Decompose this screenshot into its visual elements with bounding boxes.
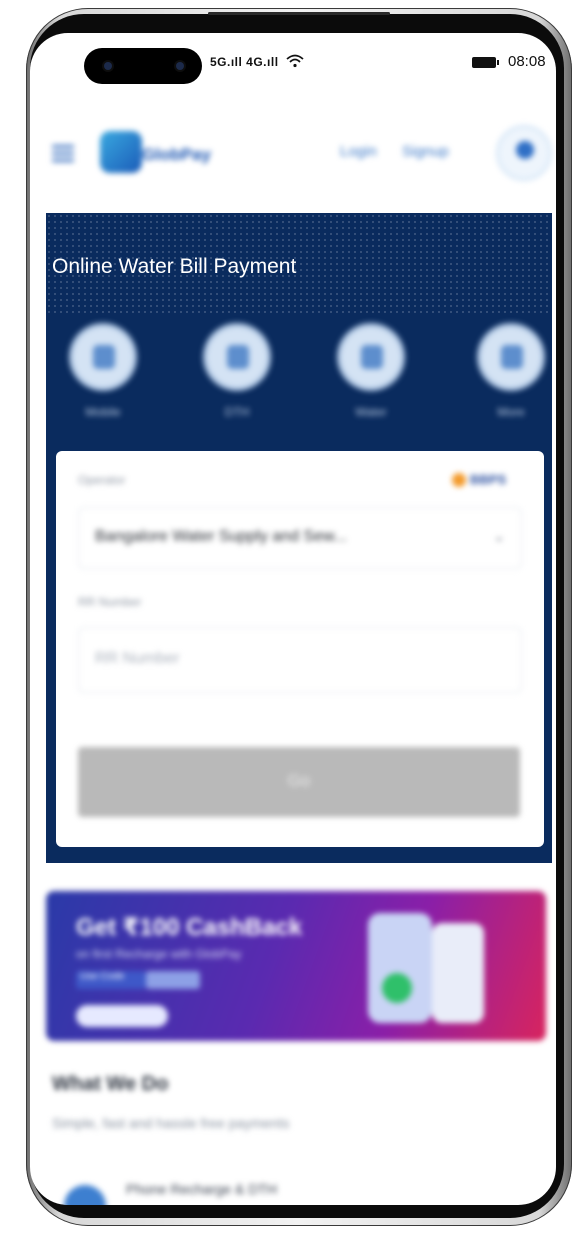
signal-icon: 5G.ıll 4G.ıll (210, 55, 279, 69)
bbps-text: BBPS (470, 472, 507, 487)
dth-icon (207, 327, 267, 387)
promo-code (146, 971, 200, 989)
tab-mobile[interactable]: Mobile (58, 321, 148, 429)
earpiece (208, 12, 390, 15)
tab-label: DTH (224, 405, 250, 419)
water-icon (341, 327, 401, 387)
camera-lens-icon (104, 62, 112, 70)
tab-more[interactable]: More (466, 321, 556, 429)
tab-label: Mobile (85, 405, 121, 419)
operator-value: Bangalore Water Supply and Sew... (95, 528, 347, 545)
account-label: RR Number (78, 595, 142, 609)
more-icon (481, 327, 541, 387)
go-button-label: Go (287, 771, 311, 790)
promo-subtext: on first Recharge with GlobPay (76, 947, 242, 961)
cashback-promo-banner[interactable]: Get ₹100 CashBack on first Recharge with… (46, 891, 546, 1041)
site-header: GlobPay Login Signup (30, 123, 556, 203)
check-icon (382, 973, 412, 1003)
camera-sensor-icon (176, 62, 184, 70)
logo-text[interactable]: GlobPay (142, 145, 211, 165)
account-input[interactable]: RR Number (78, 627, 522, 693)
tab-water[interactable]: Water (326, 321, 416, 429)
operator-select[interactable]: Bangalore Water Supply and Sew... ⌄ (78, 507, 522, 569)
account-placeholder: RR Number (95, 650, 180, 667)
battery-icon (472, 57, 499, 68)
mobile-icon (73, 327, 133, 387)
bbps-logo: BBPS (452, 471, 522, 489)
phone-recharge-icon (64, 1185, 106, 1205)
service-tabs: Mobile DTH Water More (46, 321, 552, 431)
promo-cta-button[interactable] (76, 1005, 168, 1027)
screen: 5G.ıll 4G.ıll 08:08 GlobPay Login Signup… (30, 33, 556, 1205)
profile-button[interactable] (496, 125, 552, 181)
login-link[interactable]: Login (340, 143, 377, 160)
tab-label: More (497, 405, 525, 419)
section-subtitle: Simple, fast and hassle free payments (52, 1115, 290, 1131)
hamburger-menu-icon[interactable] (52, 145, 74, 162)
card-illustration-icon (432, 923, 484, 1023)
phone-illustration-icon (368, 913, 432, 1023)
status-time: 08:08 (508, 53, 546, 70)
signup-link[interactable]: Signup (402, 143, 449, 160)
page-title: Online Water Bill Payment (52, 255, 297, 278)
bill-form-card: Operator BBPS Bangalore Water Supply and… (56, 451, 544, 847)
chevron-down-icon: ⌄ (493, 528, 505, 544)
tab-dth[interactable]: DTH (192, 321, 282, 429)
go-button[interactable]: Go (78, 747, 520, 817)
logo-icon[interactable] (100, 131, 142, 173)
promo-headline: Get ₹100 CashBack (76, 914, 303, 941)
promo-code-label: Use Code (76, 971, 146, 989)
section-title: What We Do (52, 1073, 169, 1095)
user-icon (516, 141, 534, 159)
tab-label: Water (355, 405, 387, 419)
operator-label: Operator (78, 473, 126, 487)
wifi-icon (286, 54, 304, 71)
camera-island (84, 48, 202, 84)
service-item-label[interactable]: Phone Recharge & DTH (126, 1181, 277, 1197)
